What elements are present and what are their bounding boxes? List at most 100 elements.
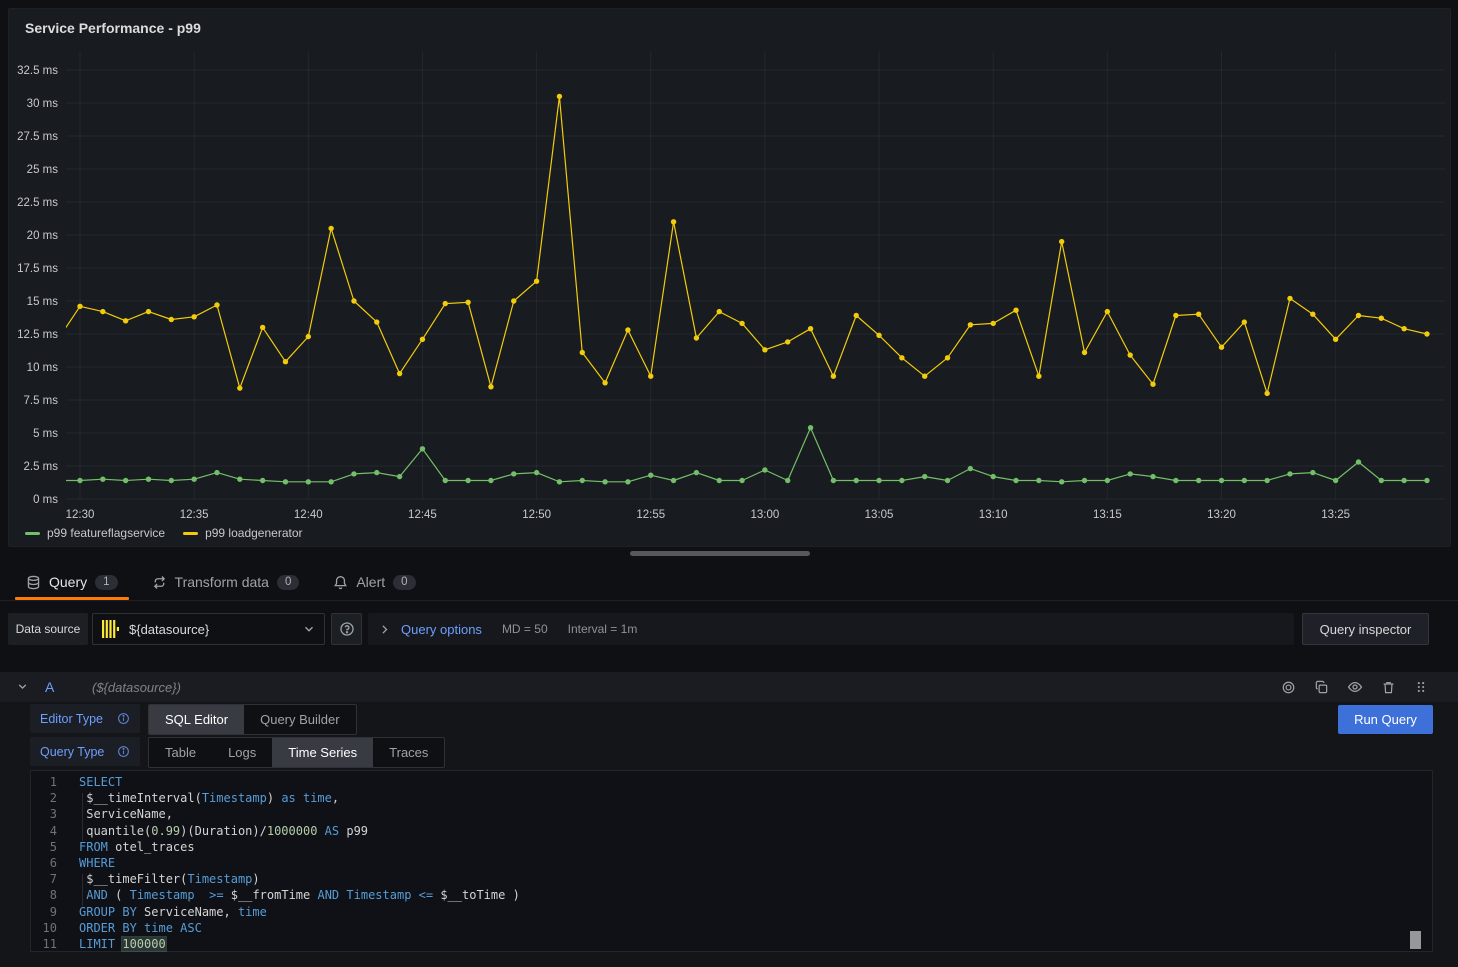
query-options-link[interactable]: Query options xyxy=(401,622,482,637)
horizontal-scrollbar-thumb[interactable] xyxy=(630,551,810,556)
datasource-label: Data source xyxy=(8,613,88,645)
question-circle-icon xyxy=(339,621,355,637)
code-line: 1SELECT xyxy=(31,774,1432,790)
code-line: 11LIMIT 100000 xyxy=(31,936,1432,952)
query-type-logs-button[interactable]: Logs xyxy=(212,738,272,767)
query-editor-card: A (${datasource}) xyxy=(0,672,1458,967)
svg-text:0 ms: 0 ms xyxy=(33,494,58,506)
hide-query-icon[interactable] xyxy=(1347,679,1363,695)
svg-text:25 ms: 25 ms xyxy=(27,164,59,176)
chart-legend: p99 featureflagservice p99 loadgenerator xyxy=(25,526,303,540)
info-circle-icon[interactable] xyxy=(117,712,130,725)
panel-title[interactable]: Service Performance - p99 xyxy=(25,20,201,36)
svg-text:17.5 ms: 17.5 ms xyxy=(17,263,58,275)
svg-text:30 ms: 30 ms xyxy=(27,98,59,110)
chevron-down-icon xyxy=(302,622,316,636)
tab-label: Transform data xyxy=(175,574,269,590)
datasource-value: ${datasource} xyxy=(129,622,294,637)
svg-text:13:15: 13:15 xyxy=(1093,509,1122,521)
query-type-time-series-button[interactable]: Time Series xyxy=(272,738,373,767)
datasource-select[interactable]: ${datasource} xyxy=(92,613,325,645)
code-line: 8 AND ( Timestamp >= $__fromTime AND Tim… xyxy=(31,887,1432,903)
svg-text:10 ms: 10 ms xyxy=(27,362,59,374)
svg-text:15 ms: 15 ms xyxy=(27,296,59,308)
svg-text:12:40: 12:40 xyxy=(294,509,323,521)
svg-text:13:20: 13:20 xyxy=(1207,509,1236,521)
sql-editor-button[interactable]: SQL Editor xyxy=(149,705,244,734)
svg-text:13:00: 13:00 xyxy=(751,509,780,521)
transform-icon xyxy=(152,575,167,590)
timeseries-chart[interactable]: 0 ms 2.5 ms 5 ms 7.5 ms 10 ms 12.5 ms 15 ms 17.… xyxy=(9,9,1450,546)
code-line: 5FROM otel_traces xyxy=(31,839,1432,855)
sql-code-editor[interactable]: 1SELECT2 $__timeInterval(Timestamp) as t… xyxy=(30,770,1433,952)
svg-text:12:55: 12:55 xyxy=(636,509,665,521)
code-line: 4 quantile(0.99)(Duration)/1000000 AS p9… xyxy=(31,823,1432,839)
svg-text:27.5 ms: 27.5 ms xyxy=(17,131,58,143)
delete-query-icon[interactable] xyxy=(1381,680,1396,695)
svg-text:20 ms: 20 ms xyxy=(27,230,59,242)
legend-color-dash xyxy=(25,532,40,535)
svg-text:32.5 ms: 32.5 ms xyxy=(17,65,58,77)
svg-text:12:35: 12:35 xyxy=(180,509,209,521)
query-type-table-button[interactable]: Table xyxy=(149,738,212,767)
editor-type-group: SQL Editor Query Builder xyxy=(148,704,357,735)
tab-count-badge: 1 xyxy=(95,575,117,590)
indent-guide xyxy=(82,874,83,906)
legend-color-dash xyxy=(183,532,198,535)
tab-alert[interactable]: Alert 0 xyxy=(333,564,415,600)
max-data-points-value: MD = 50 xyxy=(502,622,548,636)
tab-count-badge: 0 xyxy=(393,575,415,590)
legend-item-loadgenerator[interactable]: p99 loadgenerator xyxy=(183,526,302,540)
svg-text:12:45: 12:45 xyxy=(408,509,437,521)
database-icon xyxy=(26,575,41,590)
query-type-label: Query Type xyxy=(30,737,140,766)
interval-value: Interval = 1m xyxy=(568,622,638,636)
editor-type-label: Editor Type xyxy=(30,704,140,733)
tab-count-badge: 0 xyxy=(277,575,299,590)
legend-label: p99 loadgenerator xyxy=(205,526,302,540)
code-line: 10ORDER BY time ASC xyxy=(31,920,1432,936)
code-line: 9GROUP BY ServiceName, time xyxy=(31,904,1432,920)
code-lines: 1SELECT2 $__timeInterval(Timestamp) as t… xyxy=(31,771,1432,952)
disable-query-icon[interactable] xyxy=(1281,680,1296,695)
svg-text:2.5 ms: 2.5 ms xyxy=(23,461,58,473)
query-inspector-button[interactable]: Query inspector xyxy=(1302,613,1429,645)
info-circle-icon[interactable] xyxy=(117,745,130,758)
tab-label: Query xyxy=(49,574,87,590)
code-line: 6WHERE xyxy=(31,855,1432,871)
svg-text:12:50: 12:50 xyxy=(522,509,551,521)
legend-label: p99 featureflagservice xyxy=(47,526,165,540)
svg-text:7.5 ms: 7.5 ms xyxy=(23,395,58,407)
duplicate-query-icon[interactable] xyxy=(1314,680,1329,695)
drag-handle-icon[interactable] xyxy=(1414,680,1428,694)
editor-scroll-thumb[interactable] xyxy=(1410,931,1421,949)
indent-guide xyxy=(82,793,83,841)
svg-text:5 ms: 5 ms xyxy=(33,428,58,440)
run-query-button[interactable]: Run Query xyxy=(1338,705,1433,734)
collapse-chevron-icon[interactable] xyxy=(16,680,29,693)
query-builder-button[interactable]: Query Builder xyxy=(244,705,355,734)
query-type-traces-button[interactable]: Traces xyxy=(373,738,444,767)
legend-item-featureflagservice[interactable]: p99 featureflagservice xyxy=(25,526,165,540)
query-row-header[interactable]: A (${datasource}) xyxy=(0,672,1458,702)
chevron-right-icon[interactable] xyxy=(378,623,391,636)
timeseries-panel: 0 ms 2.5 ms 5 ms 7.5 ms 10 ms 12.5 ms 15 ms 17.… xyxy=(8,8,1451,547)
svg-text:12.5 ms: 12.5 ms xyxy=(17,329,58,341)
svg-text:13:10: 13:10 xyxy=(979,509,1008,521)
code-line: 3 ServiceName, xyxy=(31,806,1432,822)
tab-query[interactable]: Query 1 xyxy=(26,564,118,600)
active-tab-underline xyxy=(15,597,129,600)
code-line: 2 $__timeInterval(Timestamp) as time, xyxy=(31,790,1432,806)
datasource-help-button[interactable] xyxy=(331,613,362,645)
datasource-bar: Data source ${datasource} Query opt xyxy=(0,613,1458,645)
query-ref-id[interactable]: A xyxy=(45,679,54,695)
tab-transform-data[interactable]: Transform data 0 xyxy=(152,564,300,600)
svg-text:22.5 ms: 22.5 ms xyxy=(17,197,58,209)
bell-icon xyxy=(333,575,348,590)
svg-text:13:05: 13:05 xyxy=(865,509,894,521)
tab-label: Alert xyxy=(356,574,385,590)
query-type-group: Table Logs Time Series Traces xyxy=(148,737,445,768)
code-line: 7 $__timeFilter(Timestamp) xyxy=(31,871,1432,887)
svg-text:12:30: 12:30 xyxy=(66,509,95,521)
svg-text:13:25: 13:25 xyxy=(1321,509,1350,521)
